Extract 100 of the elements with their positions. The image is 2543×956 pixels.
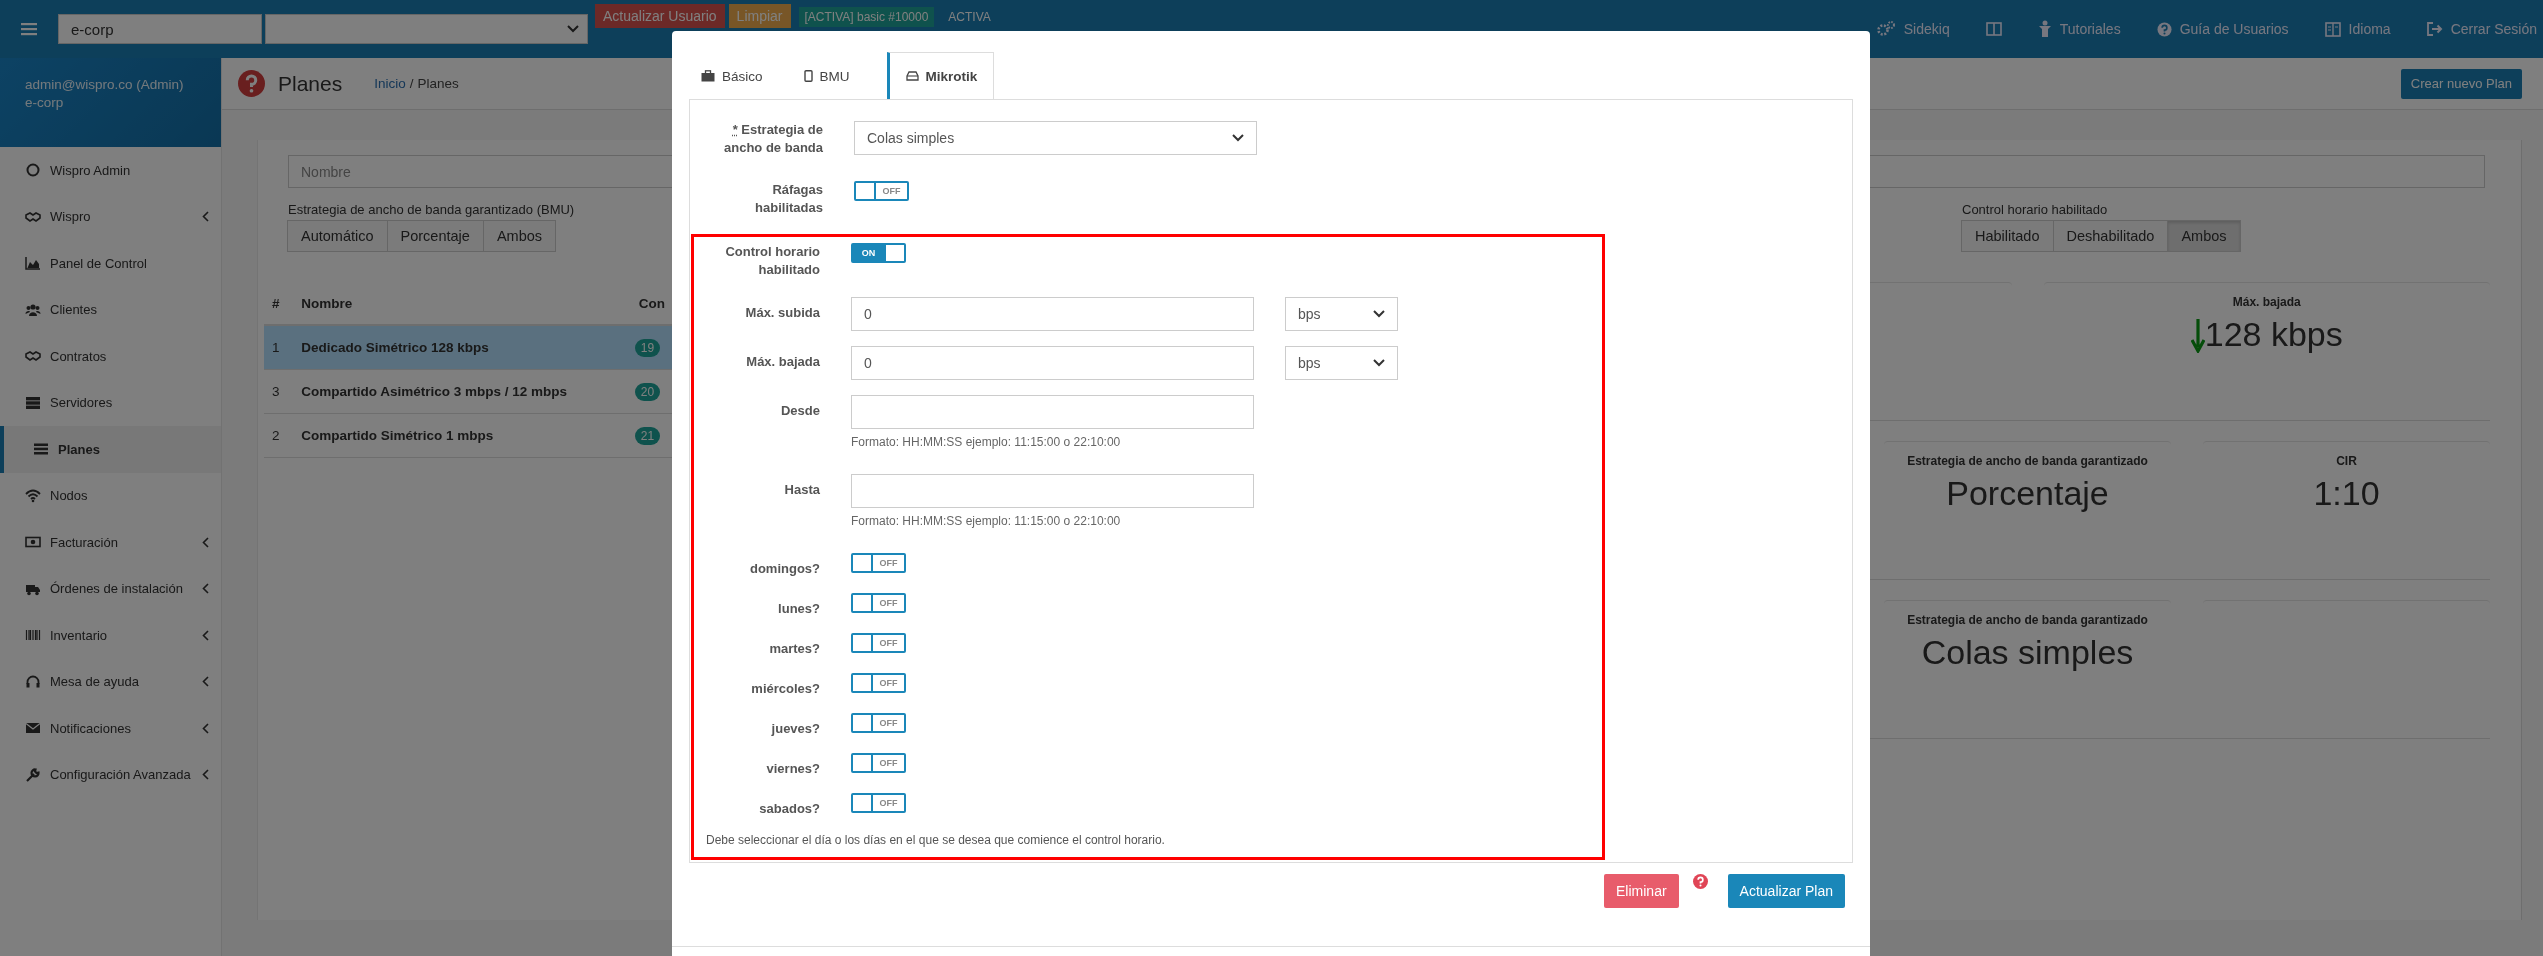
download-arrow-icon xyxy=(2190,316,2205,353)
status-text: ACTIVA xyxy=(948,10,991,24)
field-label: lunes? xyxy=(777,600,820,618)
help-icon xyxy=(238,70,265,97)
toggle-switch[interactable]: OFF xyxy=(851,593,906,613)
nav-link[interactable]: Sidekiq xyxy=(1875,20,1950,38)
chart-icon xyxy=(25,255,41,272)
filter-option[interactable]: Porcentaje xyxy=(386,220,484,252)
sidebar-item[interactable]: Contratos xyxy=(0,333,221,380)
toggle-switch[interactable]: OFF xyxy=(851,713,906,733)
company-name: e-corp xyxy=(25,94,65,112)
sidebar-item[interactable]: Configuración Avanzada xyxy=(0,751,221,798)
stat-value: Porcentaje xyxy=(1946,474,2109,513)
tab[interactable]: Básico xyxy=(689,52,778,99)
field-label: * Estrategia de ancho de banda xyxy=(723,121,823,157)
stat-label: Máx. bajada xyxy=(2231,295,2302,309)
toggle-switch[interactable]: ON xyxy=(851,243,906,263)
filter-option[interactable]: Habilitado xyxy=(1961,220,2054,252)
sidebar-item[interactable]: Mesa de ayuda xyxy=(0,658,221,705)
filter-option[interactable]: Ambos xyxy=(482,220,556,252)
server-icon xyxy=(25,394,41,411)
field-label: Hasta xyxy=(783,481,820,499)
columns-icon xyxy=(1985,22,2002,36)
help-icon xyxy=(1692,874,1708,889)
toggle-switch[interactable]: OFF xyxy=(851,793,906,813)
sidebar-item[interactable]: Facturación xyxy=(0,519,221,566)
toggle-switch[interactable]: OFF xyxy=(851,753,906,773)
nav-link[interactable]: Cerrar Sesión xyxy=(2426,21,2537,37)
book-icon xyxy=(2324,21,2341,37)
filter-option[interactable]: Automático xyxy=(287,220,388,252)
nav-link[interactable]: Guía de Usuarios xyxy=(2156,21,2289,37)
wifi-icon xyxy=(25,487,41,504)
hard-drive-icon xyxy=(905,71,919,81)
wrench-icon xyxy=(25,766,41,783)
breadcrumb-link[interactable]: Inicio xyxy=(374,76,406,91)
unit-select[interactable]: bps xyxy=(1285,297,1398,331)
page-title: Planes xyxy=(278,71,343,96)
users-icon xyxy=(25,301,41,318)
field-label: martes? xyxy=(768,640,820,658)
table-cell: Compartido Simétrico 1 mbps xyxy=(293,413,631,458)
toggle-switch[interactable]: OFF xyxy=(851,633,906,653)
sidebar-item[interactable]: Planes xyxy=(0,426,221,473)
select-field[interactable]: Colas simples xyxy=(854,121,1257,155)
list-icon xyxy=(33,441,49,458)
schedule-note: Debe seleccionar el día o los días en el que se desea que comience el control horario. xyxy=(705,833,1166,847)
input-field[interactable] xyxy=(851,395,1254,429)
stat-value: 1:10 xyxy=(2313,474,2380,513)
update-user-button[interactable]: Actualizar Usuario xyxy=(595,4,725,28)
input-field[interactable] xyxy=(851,474,1254,508)
create-plan-button[interactable]: Crear nuevo Plan xyxy=(2400,68,2522,99)
delete-button[interactable]: Eliminar xyxy=(1604,874,1679,908)
sidebar-item[interactable]: Servidores xyxy=(0,379,221,426)
field-label: miércoles? xyxy=(750,680,820,698)
count-badge: 20 xyxy=(634,383,661,401)
sidebar-item[interactable]: Clientes xyxy=(0,286,221,333)
toggle-switch[interactable]: OFF xyxy=(851,553,906,573)
tablet-icon xyxy=(803,70,813,82)
field-label: Control horario habilitado xyxy=(724,243,820,279)
toggle-switch[interactable]: OFF xyxy=(854,181,909,201)
sidebar-item[interactable]: Notificaciones xyxy=(0,705,221,752)
input-field[interactable]: 0 xyxy=(851,346,1254,380)
select-field[interactable] xyxy=(265,14,588,44)
user-email: admin@wispro.co (Admin) xyxy=(25,76,185,94)
toggle-switch[interactable]: OFF xyxy=(851,673,906,693)
format-hint: Formato: HH:MM:SS ejemplo: 11:15:00 o 22:10:00 xyxy=(851,435,1122,449)
filter-label: Control horario habilitado xyxy=(1962,202,2108,217)
sidebar-item[interactable]: Órdenes de instalación xyxy=(0,565,221,612)
stat-value: Colas simples xyxy=(1921,633,2134,672)
nav-link[interactable]: Tutoriales xyxy=(2037,20,2121,38)
nav-link[interactable]: Idioma xyxy=(2324,21,2391,37)
tab[interactable]: Mikrotik xyxy=(886,52,995,99)
menu-icon xyxy=(21,22,37,36)
filter-option[interactable]: Ambos xyxy=(2167,220,2241,252)
stat-label: Estrategia de ancho de banda garantizado xyxy=(1906,613,2149,627)
table-cell: 2 xyxy=(264,413,294,458)
plan-badge: [ACTIVA] basic #10000 xyxy=(798,7,935,27)
table-row[interactable]: 1 Dedicado Simétrico 128 kbps 19 xyxy=(264,325,673,370)
stat-value: 128 kbps xyxy=(2204,315,2343,354)
stat-label: CIR xyxy=(2335,454,2358,468)
field-label: Máx. bajada xyxy=(745,353,820,371)
sidebar-item[interactable]: Panel de Control xyxy=(0,240,221,287)
chevron-down-icon xyxy=(1373,310,1385,318)
update-plan-button[interactable]: Actualizar Plan xyxy=(1727,874,1845,908)
sidebar-item[interactable]: Inventario xyxy=(0,612,221,659)
briefcase-icon xyxy=(701,70,715,82)
sidebar-item[interactable]: Wispro Admin xyxy=(0,147,221,194)
circle-icon xyxy=(25,162,41,179)
chevron-down-icon xyxy=(1373,359,1385,367)
count-badge: 21 xyxy=(634,427,661,445)
filter-option[interactable]: Deshabilitado xyxy=(2052,220,2169,252)
input-field[interactable]: 0 xyxy=(851,297,1254,331)
company-field[interactable]: e-corp xyxy=(58,14,262,44)
sidebar-item[interactable]: Wispro xyxy=(0,193,221,240)
help-icon xyxy=(2156,21,2172,37)
count-badge: 19 xyxy=(634,339,661,357)
field-label: jueves? xyxy=(770,720,820,738)
tab[interactable]: BMU xyxy=(791,52,865,99)
filter-label: Estrategia de ancho de banda garantizado (BMU) xyxy=(288,202,575,217)
table-cell: 3 xyxy=(264,369,294,414)
unit-select[interactable]: bps xyxy=(1285,346,1398,380)
